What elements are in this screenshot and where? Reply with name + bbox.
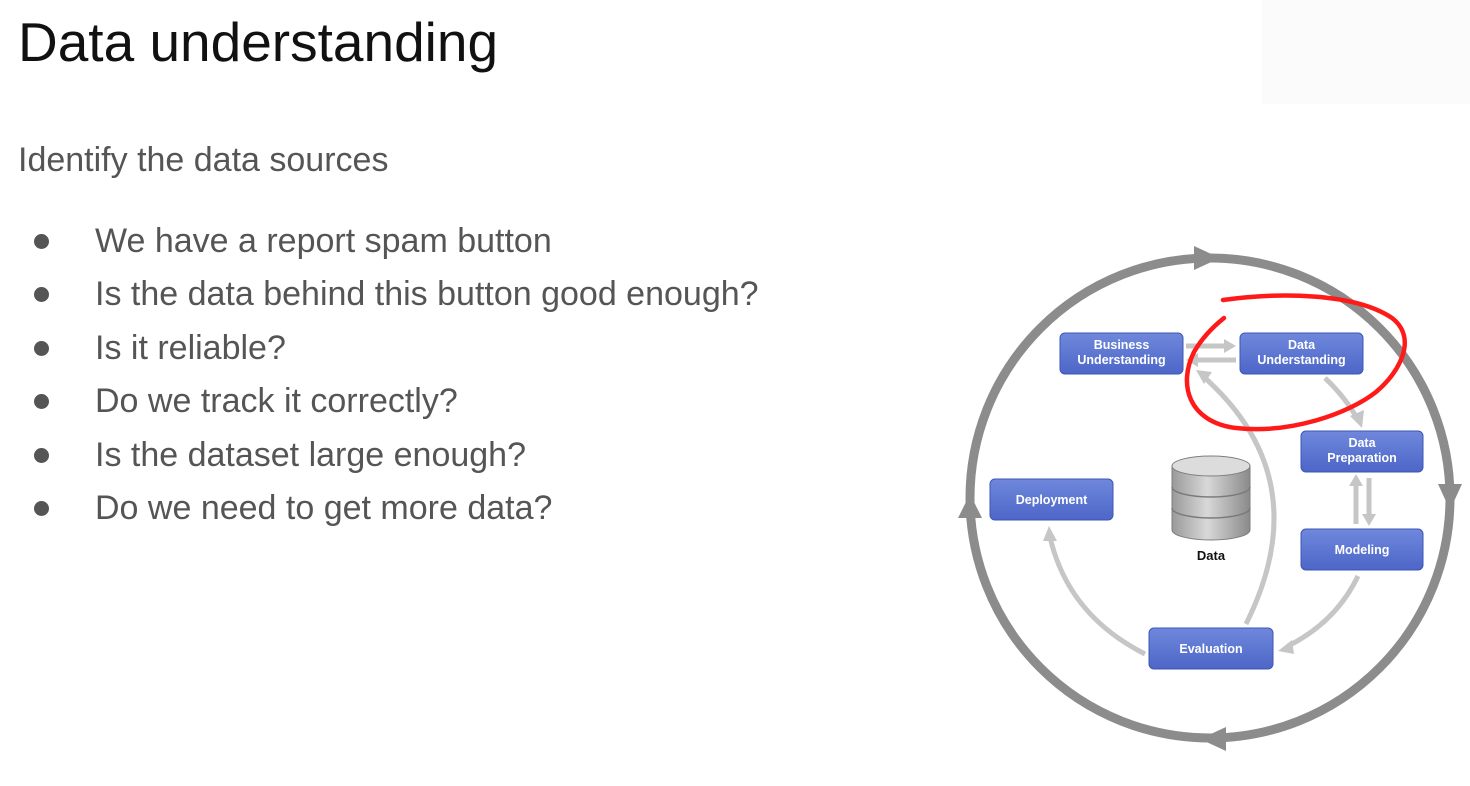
bullet-text: Do we track it correctly? [95, 382, 458, 421]
arrowhead-left-icon [1278, 640, 1294, 654]
arrowhead-right-icon [1224, 339, 1236, 353]
bullet-text: Is it reliable? [95, 328, 286, 367]
phase-label: Evaluation [1179, 642, 1242, 656]
phase-label: Business [1094, 338, 1150, 352]
database-label: Data [1197, 548, 1226, 563]
ring-arrowhead-bottom-icon [1200, 727, 1226, 751]
phase-deployment: Deployment [989, 478, 1114, 521]
phase-label: Preparation [1327, 451, 1396, 465]
bullet-text: Is the dataset large enough? [95, 435, 526, 474]
arrow-modeling-to-evaluation [1286, 574, 1361, 649]
arrowhead-up-icon [1349, 474, 1363, 486]
phase-business-understanding: Business Understanding [1059, 332, 1184, 375]
corner-panel [1262, 0, 1470, 104]
slide-title: Data understanding [18, 11, 499, 73]
arrow-evaluation-to-deployment [1047, 536, 1147, 657]
crisp-dm-diagram: Data Business Understanding Data Underst… [958, 246, 1462, 751]
bullet-dot-icon [34, 234, 49, 249]
ring-arrowhead-right-icon [1438, 484, 1462, 510]
bullet-dot-icon [34, 447, 49, 463]
bullet-text: Is the data behind this button good enou… [95, 275, 759, 314]
phase-label: Data [1288, 338, 1316, 352]
phase-label: Understanding [1077, 353, 1165, 367]
ring-arrowhead-top-icon [1194, 246, 1220, 270]
phase-label: Deployment [1016, 493, 1088, 507]
bullet-dot-icon [34, 394, 49, 410]
phase-data-preparation: Data Preparation [1300, 430, 1424, 473]
bullet-dot-icon [34, 287, 49, 303]
database-cylinder-icon [1171, 455, 1251, 541]
phase-label: Modeling [1335, 543, 1390, 557]
bullet-text: Do we need to get more data? [95, 488, 553, 527]
phase-data-understanding: Data Understanding [1239, 332, 1364, 375]
arrowhead-up-icon [1043, 526, 1057, 541]
phase-label: Data [1348, 436, 1376, 450]
bullet-dot-icon [34, 500, 49, 516]
bullet-text: We have a report spam button [95, 222, 552, 260]
bullet-dot-icon [34, 340, 49, 356]
arrowhead-down-icon [1362, 514, 1376, 526]
slide-subtitle: Identify the data sources [18, 141, 389, 179]
phase-label: Understanding [1257, 353, 1345, 367]
phase-modeling: Modeling [1300, 528, 1424, 571]
phase-evaluation: Evaluation [1148, 627, 1274, 670]
ring-arrowhead-left-icon [958, 494, 982, 518]
